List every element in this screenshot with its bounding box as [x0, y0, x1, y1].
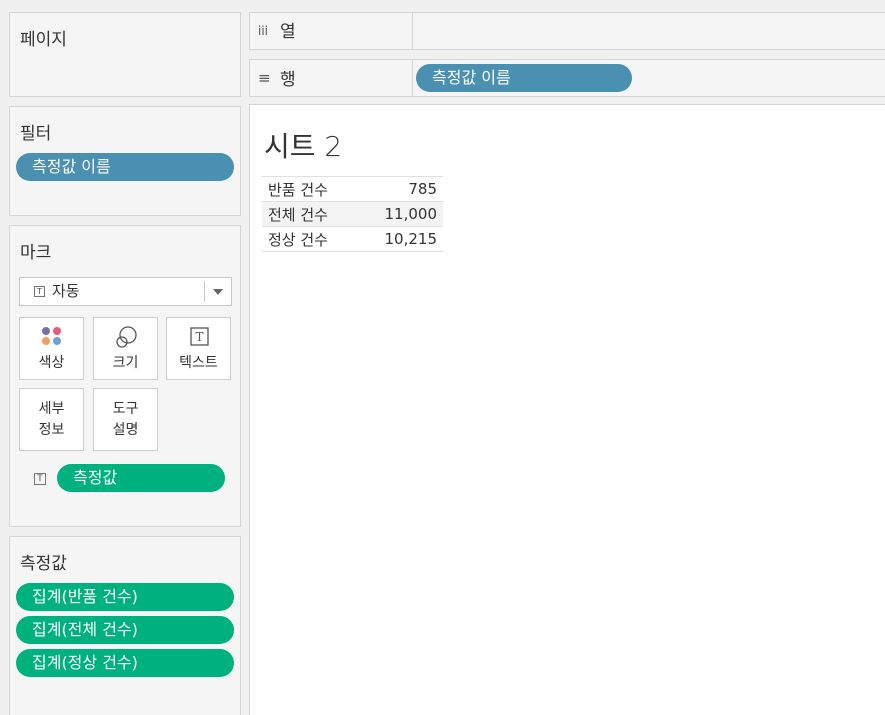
filter-pill-measure-names[interactable]: 측정값 이름	[16, 153, 234, 181]
size-circles-icon	[116, 326, 137, 348]
measure-pill-returns[interactable]: 집계(반품 건수)	[16, 583, 234, 611]
table-row[interactable]: 전체 건수 11,000	[262, 201, 443, 227]
mark-type-value: 자동	[52, 282, 80, 300]
text-button[interactable]: T 텍스트	[166, 317, 231, 380]
worksheet-view[interactable]: 시트 2 반품 건수 785 전체 건수 11,000 정상 건수 10,215	[249, 104, 885, 715]
measure-value-cell: 785	[357, 176, 443, 202]
measure-value-cell: 10,215	[357, 226, 443, 252]
chevron-down-icon[interactable]	[213, 289, 223, 295]
color-dots-icon	[42, 327, 61, 345]
columns-shelf[interactable]: iii 열	[249, 12, 885, 50]
sheet-title: 시트 2	[264, 130, 343, 163]
filters-card-title: 필터	[20, 124, 52, 144]
rows-icon: ≡	[258, 69, 271, 87]
measure-name-cell: 정상 건수	[262, 226, 358, 252]
rows-shelf-title: 행	[280, 70, 296, 90]
size-button-label: 크기	[112, 355, 139, 371]
table-row[interactable]: 정상 건수 10,215	[262, 226, 443, 252]
pages-card[interactable]: 페이지	[9, 12, 241, 97]
detail-button[interactable]: 세부 정보	[19, 388, 84, 451]
text-button-label: 텍스트	[179, 355, 218, 371]
measure-pill-normal[interactable]: 집계(정상 건수)	[16, 649, 234, 677]
text-t-icon: T	[190, 327, 209, 346]
mark-type-dropdown[interactable]: T 자동	[19, 277, 232, 306]
detail-button-label-line1: 세부	[38, 401, 65, 417]
measure-name-cell: 전체 건수	[262, 201, 358, 227]
measure-values-card[interactable]: 측정값 집계(반품 건수) 집계(전체 건수) 집계(정상 건수)	[9, 536, 241, 715]
text-field-pill-measure-values[interactable]: 측정값	[57, 464, 225, 492]
text-mark-icon: T	[34, 286, 45, 297]
color-button[interactable]: 색상	[19, 317, 84, 380]
marks-card-title: 마크	[20, 243, 52, 263]
pages-card-title: 페이지	[20, 30, 67, 50]
tooltip-button-label-line2: 설명	[112, 422, 139, 438]
text-table: 반품 건수 785 전체 건수 11,000 정상 건수 10,215	[262, 176, 443, 252]
svg-text:T: T	[195, 330, 203, 344]
marks-card[interactable]: 마크 T 자동 색상 크기 T 텍스트 세부 정보 도구 설명 T 측정값	[9, 225, 241, 527]
rows-pill-measure-names[interactable]: 측정값 이름	[416, 64, 632, 92]
detail-button-label-line2: 정보	[38, 422, 65, 438]
dropdown-separator	[204, 281, 205, 302]
rows-shelf-label: ≡ 행	[250, 60, 413, 96]
columns-icon: iii	[258, 24, 269, 38]
measure-values-card-title: 측정값	[20, 554, 67, 574]
measure-pill-total[interactable]: 집계(전체 건수)	[16, 616, 234, 644]
measure-value-cell: 11,000	[357, 201, 443, 227]
table-row[interactable]: 반품 건수 785	[262, 176, 443, 202]
color-button-label: 색상	[38, 355, 65, 371]
columns-shelf-label: iii 열	[250, 13, 413, 49]
measure-name-cell: 반품 건수	[262, 176, 358, 202]
columns-shelf-title: 열	[280, 22, 296, 42]
tooltip-button[interactable]: 도구 설명	[93, 388, 158, 451]
size-button[interactable]: 크기	[93, 317, 158, 380]
filters-card[interactable]: 필터 측정값 이름	[9, 106, 241, 216]
text-encoding-icon: T	[34, 473, 46, 485]
tooltip-button-label-line1: 도구	[112, 401, 139, 417]
rows-shelf[interactable]: ≡ 행 측정값 이름	[249, 59, 885, 97]
